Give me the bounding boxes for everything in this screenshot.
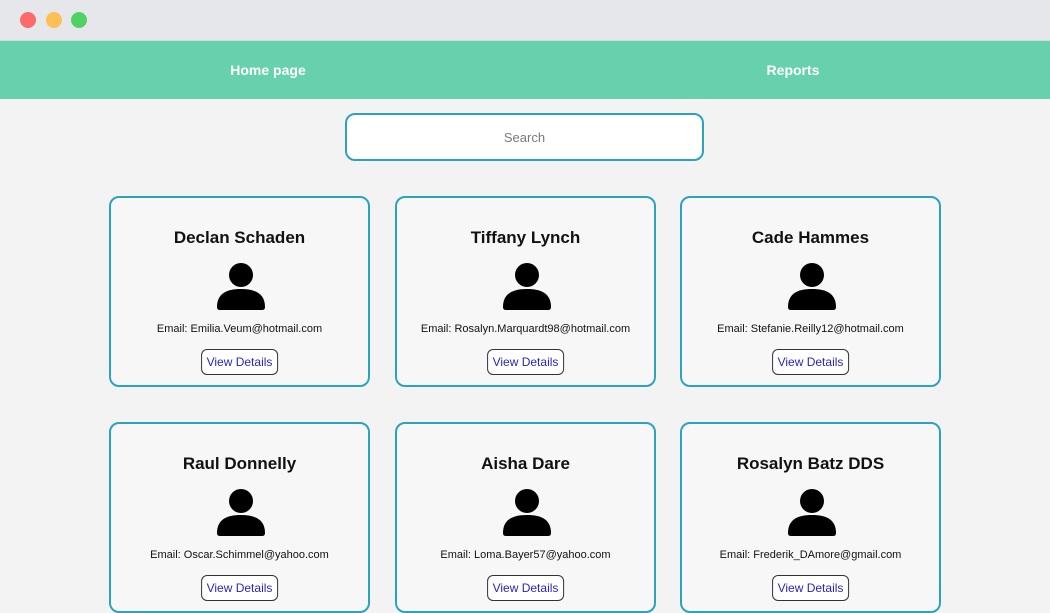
- user-card: Declan Schaden Email: Emilia.Veum@hotmai…: [109, 196, 370, 387]
- minimize-icon[interactable]: [46, 12, 62, 28]
- view-details-button[interactable]: View Details: [200, 575, 279, 601]
- view-details-button[interactable]: View Details: [486, 349, 565, 375]
- user-card: Tiffany Lynch Email: Rosalyn.Marquardt98…: [395, 196, 656, 387]
- user-name: Tiffany Lynch: [470, 228, 581, 247]
- user-name: Cade Hammes: [751, 228, 870, 247]
- user-card: Raul Donnelly Email: Oscar.Schimmel@yaho…: [109, 422, 370, 613]
- navbar: Home page Reports: [0, 41, 1050, 99]
- user-card: Aisha Dare Email: Loma.Bayer57@yahoo.com…: [395, 422, 656, 613]
- close-icon[interactable]: [20, 12, 36, 28]
- user-email: Email: Emilia.Veum@hotmail.com: [156, 323, 323, 335]
- search-input[interactable]: [345, 113, 704, 161]
- user-name: Rosalyn Batz DDS: [736, 454, 885, 473]
- view-details-button[interactable]: View Details: [771, 575, 850, 601]
- maximize-icon[interactable]: [71, 12, 87, 28]
- user-email: Email: Loma.Bayer57@yahoo.com: [440, 549, 611, 561]
- user-email: Email: Frederik_DAmore@gmail.com: [719, 549, 902, 561]
- user-card: Cade Hammes Email: Stefanie.Reilly12@hot…: [680, 196, 941, 387]
- nav-reports-link[interactable]: Reports: [693, 41, 893, 99]
- view-details-button[interactable]: View Details: [771, 349, 850, 375]
- view-details-button[interactable]: View Details: [200, 349, 279, 375]
- user-name: Raul Donnelly: [182, 454, 297, 473]
- person-icon: [217, 489, 265, 536]
- person-icon: [788, 489, 836, 536]
- user-name: Aisha Dare: [481, 454, 570, 473]
- user-email: Email: Stefanie.Reilly12@hotmail.com: [717, 323, 904, 335]
- person-icon: [503, 263, 551, 310]
- person-icon: [503, 489, 551, 536]
- view-details-button[interactable]: View Details: [486, 575, 565, 601]
- user-email: Email: Rosalyn.Marquardt98@hotmail.com: [420, 323, 631, 335]
- user-email: Email: Oscar.Schimmel@yahoo.com: [150, 549, 329, 561]
- user-name: Declan Schaden: [173, 228, 306, 247]
- person-icon: [217, 263, 265, 310]
- window-titlebar: [0, 0, 1050, 41]
- user-card: Rosalyn Batz DDS Email: Frederik_DAmore@…: [680, 422, 941, 613]
- nav-home-link[interactable]: Home page: [168, 41, 368, 99]
- person-icon: [788, 263, 836, 310]
